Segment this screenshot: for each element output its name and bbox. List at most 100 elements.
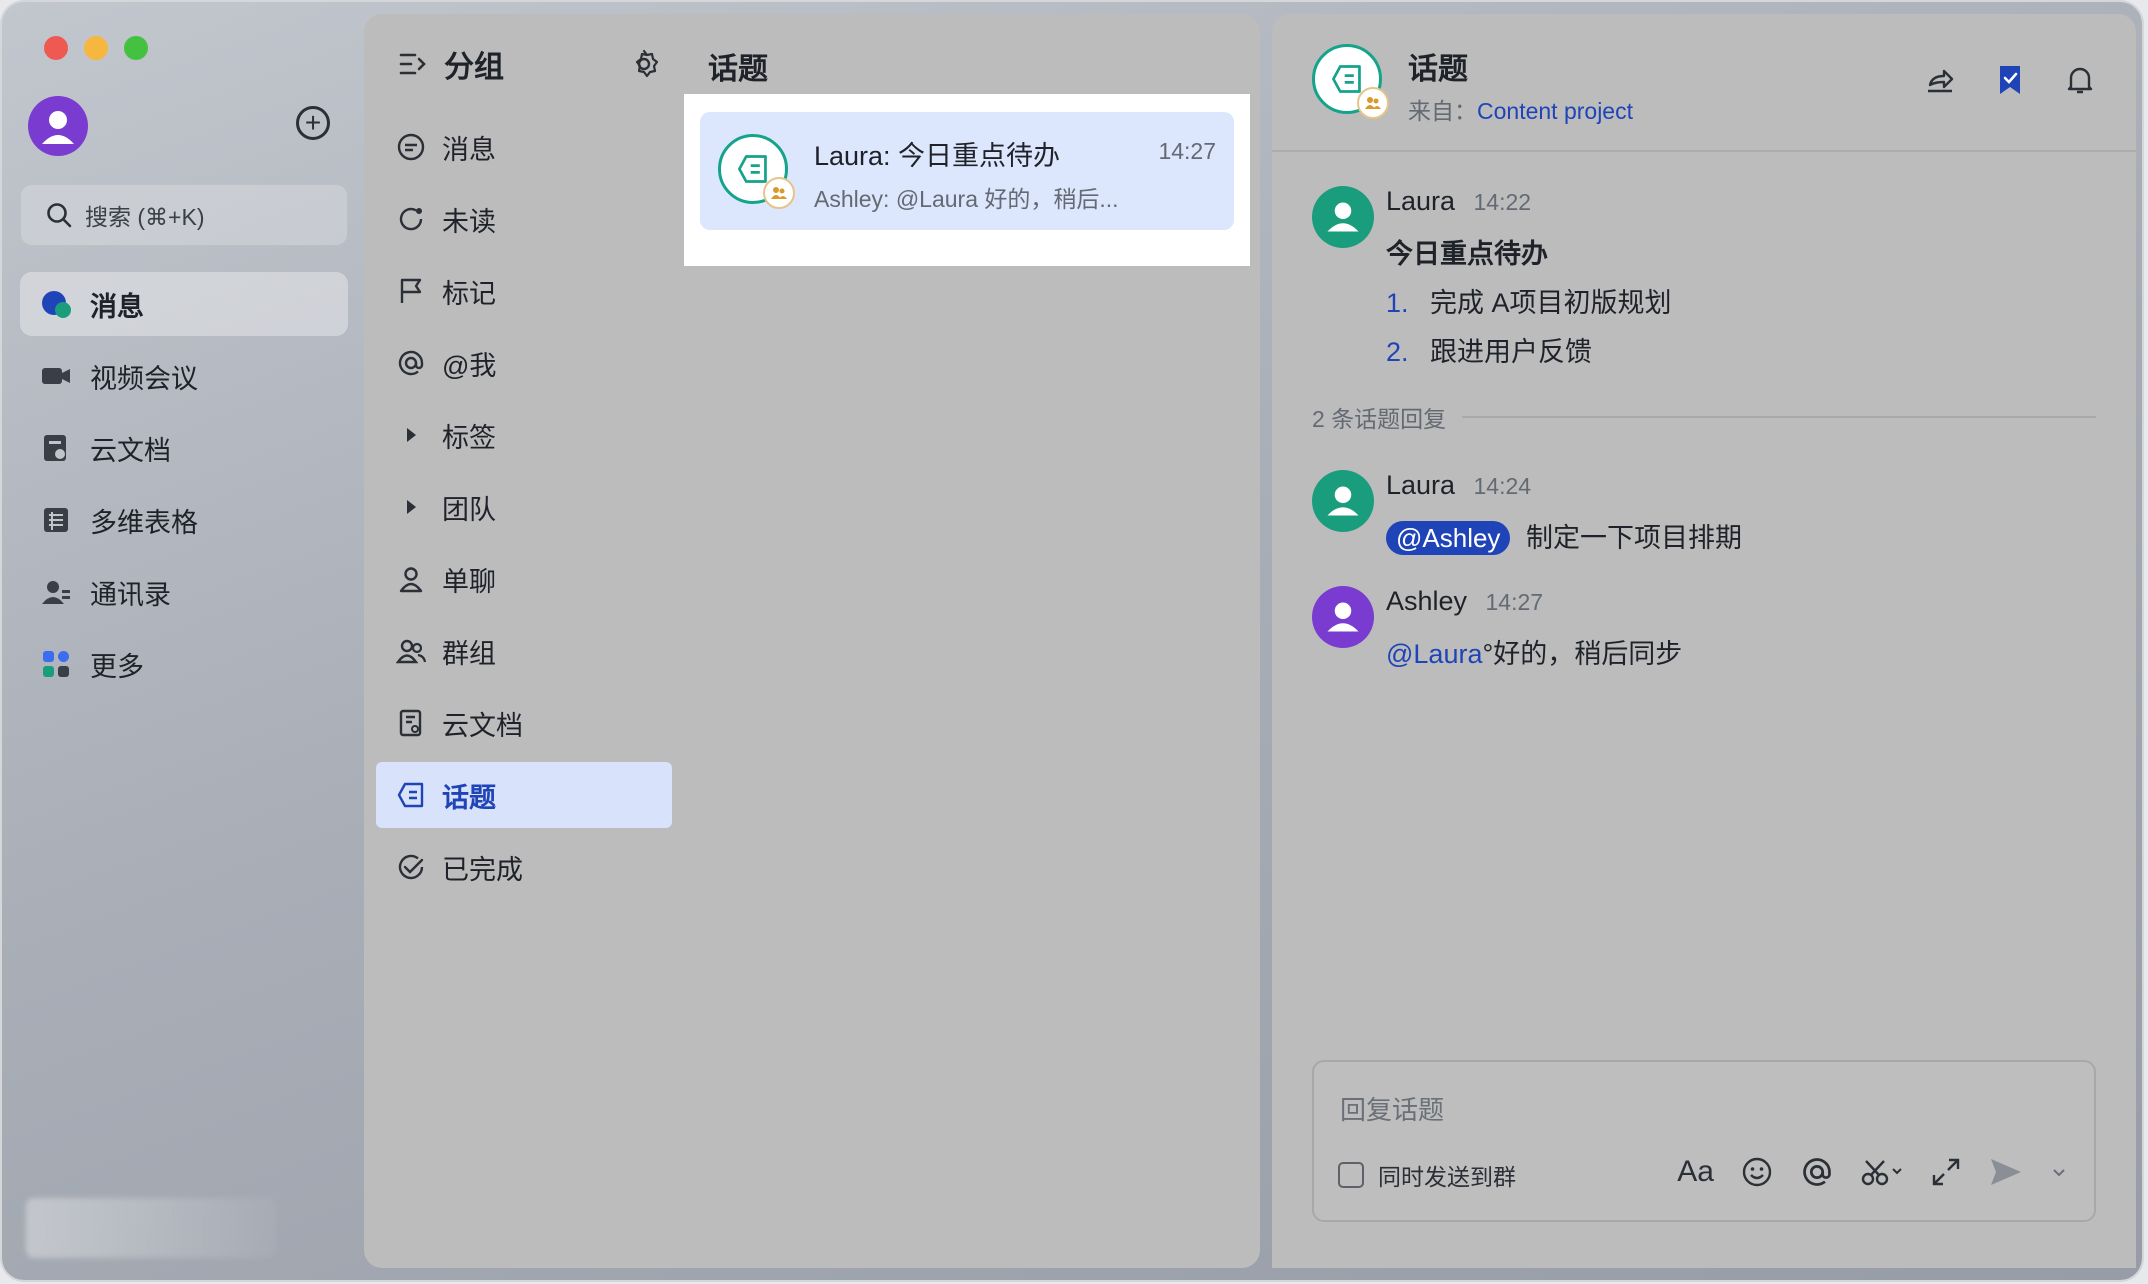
mention-at-icon[interactable] [1800,1152,1834,1192]
group-item-label: 标签 [442,422,496,453]
message-meta: Laura 14:22 [1386,186,1531,217]
text-format-icon[interactable]: Aa [1677,1152,1714,1192]
person-icon [1327,486,1359,516]
group-item-unread[interactable]: 未读 [376,186,672,252]
list-text: 完成 A项目初版规划 [1430,288,1672,318]
forward-icon[interactable] [1924,64,1956,96]
nav-item-video-meeting[interactable]: 视频会议 [20,344,348,408]
reply-composer[interactable]: 回复话题 同时发送到群 Aa [1312,1060,2096,1222]
person-icon [1327,602,1359,632]
message-text: °好的，稍后同步 [1482,639,1683,669]
group-item-label: 团队 [442,494,496,525]
nav-item-cloud-docs[interactable]: 云文档 [20,416,348,480]
group-item-labels[interactable]: 标签 [376,402,672,468]
emoji-icon[interactable] [1740,1152,1774,1192]
group-item-label: 消息 [442,134,496,165]
person-icon [396,564,426,594]
also-send-checkbox[interactable] [1338,1162,1364,1188]
mention-tag[interactable]: @Ashley [1386,521,1511,555]
nav-item-messages[interactable]: 消息 [20,272,348,336]
chat-bubble-icon [40,288,72,320]
topic-icon [1332,65,1361,93]
message-icon [396,132,426,162]
message-meta: Ashley 14:27 [1386,586,1543,617]
also-send-to-group[interactable]: 同时发送到群 [1338,1158,1516,1192]
group-badge-icon [1357,87,1389,119]
nav-item-more[interactable]: 更多 [20,632,348,696]
nav-item-bitable[interactable]: 多维表格 [20,488,348,552]
group-item-label: @我 [442,350,497,381]
zoom-window-button[interactable] [124,36,148,60]
list-item: 1. 完成 A项目初版规划 [1386,281,1672,320]
message-meta: Laura 14:24 [1386,470,1531,501]
list-text: 跟进用户反馈 [1430,337,1592,367]
list-number: 1. [1386,288,1409,318]
message-body: 今日重点待办 1. 完成 A项目初版规划 2. 跟进用户反馈 [1386,232,1672,369]
detail-header: 话题 来自：Content project [1272,14,2136,152]
list-number: 2. [1386,337,1409,367]
search-input[interactable]: 搜索 (⌘+K) [20,184,348,246]
avatar[interactable] [1312,186,1374,248]
nav-list: 消息 视频会议 云文档 多维表格 通讯录 更多 [20,272,348,704]
nav-item-label: 消息 [90,291,144,322]
close-window-button[interactable] [44,36,68,60]
reply-input-placeholder[interactable]: 回复话题 [1340,1090,1444,1127]
left-nav: + 搜索 (⌘+K) 消息 视频会议 云文档 多维表格 通讯录 更多 [2,2,362,1280]
header-actions [1924,64,2096,96]
minimize-window-button[interactable] [84,36,108,60]
user-avatar[interactable] [28,96,88,156]
source-link[interactable]: Content project [1477,98,1633,124]
topic-card-time: 14:27 [1158,138,1216,164]
chevron-down-icon[interactable] [2050,1152,2068,1192]
sender-name[interactable]: Ashley [1386,586,1467,616]
group-item-topics[interactable]: 话题 [376,762,672,828]
replies-divider: 2 条话题回复 [1312,400,2096,434]
caret-right-icon[interactable] [396,492,426,522]
topic-card[interactable]: Laura: 今日重点待办 14:27 Ashley: @Laura 好的，稍后… [700,112,1234,230]
group-item-groups[interactable]: 群组 [376,618,672,684]
detail-source: 来自：Content project [1408,92,1633,126]
people-icon [396,636,426,666]
nav-item-label: 更多 [90,651,144,682]
contacts-icon [40,576,72,608]
group-item-label: 话题 [442,782,496,813]
gear-icon[interactable] [628,48,660,80]
message-text: 制定一下项目排期 [1525,523,1742,553]
sender-name[interactable]: Laura [1386,470,1455,500]
avatar[interactable] [1312,586,1374,648]
caret-right-icon[interactable] [396,420,426,450]
divider-line [1462,416,2096,418]
blurred-profile [26,1198,276,1258]
group-item-label: 标记 [442,278,496,309]
send-icon[interactable] [1988,1152,2024,1192]
add-icon[interactable]: + [296,106,330,140]
bookmark-icon[interactable] [1994,64,2026,96]
more-apps-icon [40,648,72,680]
collapse-sidebar-icon[interactable] [398,49,428,79]
nav-item-label: 视频会议 [90,363,198,394]
detail-title: 话题 [1408,53,1468,86]
mention-link[interactable]: @Laura [1386,639,1482,669]
group-item-flagged[interactable]: 标记 [376,258,672,324]
group-item-teams[interactable]: 团队 [376,474,672,540]
group-item-messages[interactable]: 消息 [376,114,672,180]
topic-icon [396,780,426,810]
scissors-icon[interactable] [1860,1152,1904,1192]
sender-name[interactable]: Laura [1386,186,1455,216]
group-item-docs[interactable]: 云文档 [376,690,672,756]
list-item: 2. 跟进用户反馈 [1386,330,1672,369]
group-item-direct[interactable]: 单聊 [376,546,672,612]
expand-icon[interactable] [1930,1152,1962,1192]
nav-item-contacts[interactable]: 通讯录 [20,560,348,624]
search-icon [47,203,72,228]
group-item-mentions[interactable]: @我 [376,330,672,396]
bell-icon[interactable] [2064,64,2096,96]
unread-icon [396,204,426,234]
avatar[interactable] [1312,470,1374,532]
topic-card-preview: Ashley: @Laura 好的，稍后... [814,186,1119,212]
source-label: 来自： [1408,98,1477,124]
topic-avatar [718,134,795,209]
person-icon [1327,202,1359,232]
topic-list: Laura: 今日重点待办 14:27 Ashley: @Laura 好的，稍后… [684,94,1250,266]
group-item-done[interactable]: 已完成 [376,834,672,900]
